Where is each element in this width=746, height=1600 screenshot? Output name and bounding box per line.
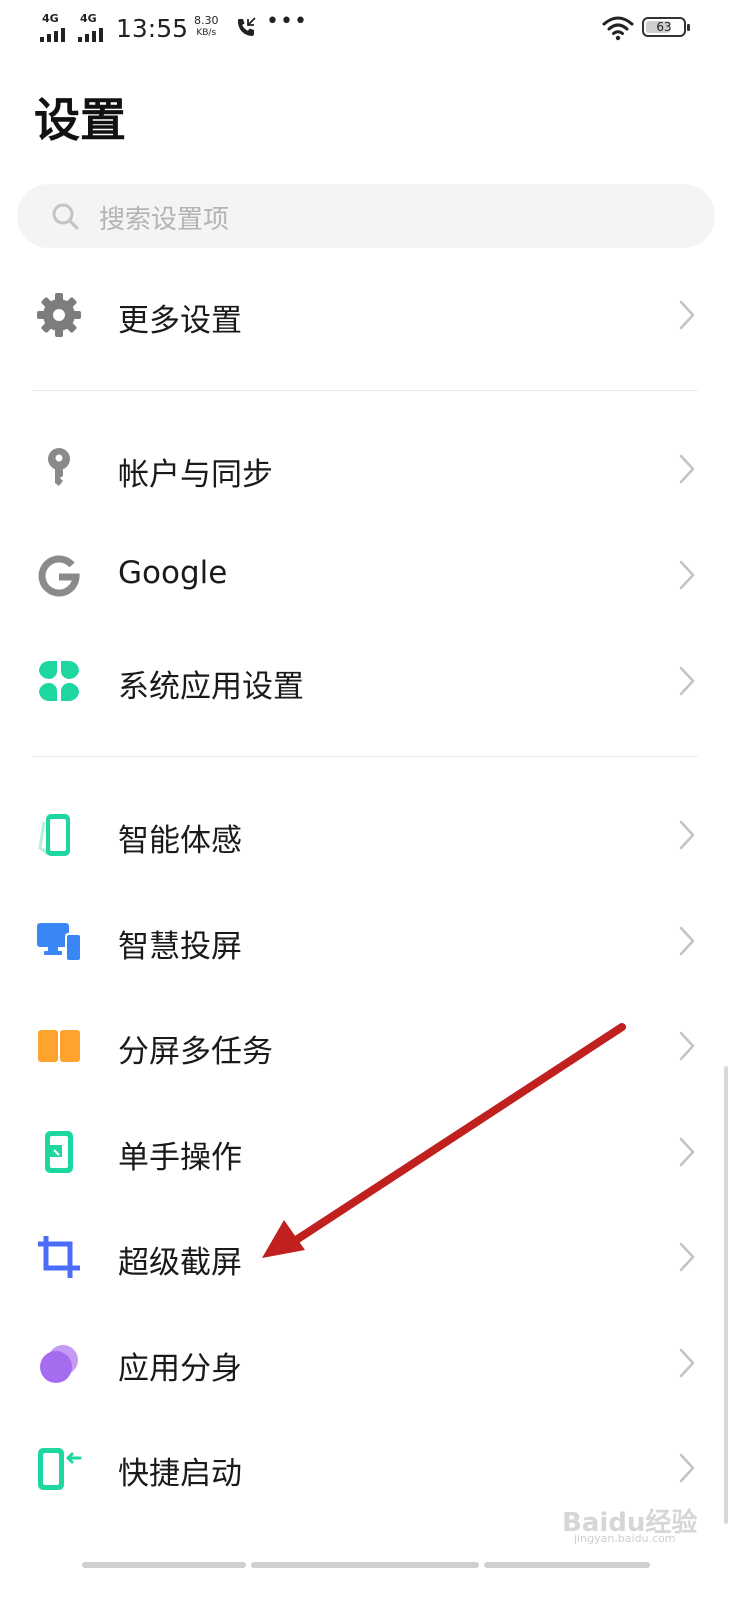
settings-item-label: 智慧投屏: [118, 929, 242, 965]
more-dots-icon: •••: [266, 9, 308, 34]
chevron-right-icon: [679, 1453, 695, 1483]
chevron-right-icon: [679, 454, 695, 484]
settings-item-super-screenshot[interactable]: 超级截屏: [0, 1204, 746, 1308]
chevron-right-icon: [679, 1137, 695, 1167]
settings-item-label: 更多设置: [118, 303, 242, 339]
chevron-right-icon: [679, 1031, 695, 1061]
settings-item-label: 快捷启动: [118, 1456, 242, 1492]
settings-item-label: Google: [118, 555, 228, 591]
settings-item-label: 系统应用设置: [118, 669, 304, 705]
clock-time: 13:55: [116, 14, 189, 43]
settings-item-accounts-sync[interactable]: 帐户与同步: [0, 416, 746, 520]
settings-item-smart-screencast[interactable]: 智慧投屏: [0, 888, 746, 992]
phone-motion-icon: [36, 812, 82, 858]
split-screen-icon: [36, 1023, 82, 1069]
key-icon: [36, 446, 82, 492]
watermark: Baidu经验 jingyan.baidu.com: [562, 1494, 702, 1545]
settings-item-app-clone[interactable]: 应用分身: [0, 1310, 746, 1414]
google-g-icon: [36, 552, 82, 598]
chevron-right-icon: [679, 1242, 695, 1272]
settings-item-label: 单手操作: [118, 1140, 242, 1176]
chevron-right-icon: [679, 926, 695, 956]
chevron-right-icon: [679, 560, 695, 590]
wifi-icon: [602, 16, 634, 41]
settings-item-label: 帐户与同步: [118, 457, 273, 493]
navigation-gesture-bar: [0, 1562, 746, 1568]
section-divider: [32, 390, 698, 391]
search-placeholder: 搜索设置项: [99, 205, 230, 235]
settings-item-label: 智能体感: [118, 823, 242, 859]
settings-item-google[interactable]: Google: [0, 522, 746, 626]
watermark-subtext: jingyan.baidu.com: [574, 1532, 676, 1545]
chevron-right-icon: [679, 1348, 695, 1378]
crop-icon: [36, 1234, 82, 1280]
battery-level: 63: [656, 20, 672, 34]
chevron-right-icon: [679, 300, 695, 330]
screen-cast-icon: [36, 918, 82, 964]
settings-item-smart-motion[interactable]: 智能体感: [0, 782, 746, 886]
status-bar: 4G 4G 13:55 8.30 KB/s ••• 63: [0, 0, 746, 60]
chevron-right-icon: [679, 666, 695, 696]
speed-value: 8.30: [194, 14, 219, 27]
settings-item-one-hand-mode[interactable]: 单手操作: [0, 1099, 746, 1203]
settings-item-label: 超级截屏: [118, 1245, 242, 1281]
chevron-right-icon: [679, 820, 695, 850]
search-input[interactable]: 搜索设置项: [17, 184, 715, 248]
settings-item-more-settings[interactable]: 更多设置: [0, 262, 746, 366]
network-speed: 8.30 KB/s: [194, 15, 219, 39]
network-type-label: 4G: [42, 12, 59, 25]
quick-launch-icon: [36, 1445, 82, 1491]
battery-icon: 63: [642, 17, 690, 37]
one-hand-icon: [36, 1129, 82, 1175]
gear-icon: [36, 292, 82, 338]
section-divider: [32, 756, 698, 757]
settings-item-label: 分屏多任务: [118, 1034, 273, 1070]
scrollbar[interactable]: [724, 1066, 728, 1524]
page-title: 设置: [34, 93, 126, 147]
four-petals-icon: [36, 658, 82, 704]
settings-item-system-app-settings[interactable]: 系统应用设置: [0, 628, 746, 732]
network-type-label: 4G: [80, 12, 97, 25]
phone-call-icon: [238, 17, 256, 36]
app-clone-icon: [36, 1340, 82, 1386]
signal-bars-icon: [40, 28, 72, 42]
speed-unit: KB/s: [196, 28, 217, 38]
signal-bars-icon: [78, 28, 110, 42]
settings-item-split-screen[interactable]: 分屏多任务: [0, 993, 746, 1097]
search-icon: [52, 203, 79, 230]
settings-item-label: 应用分身: [118, 1351, 242, 1387]
